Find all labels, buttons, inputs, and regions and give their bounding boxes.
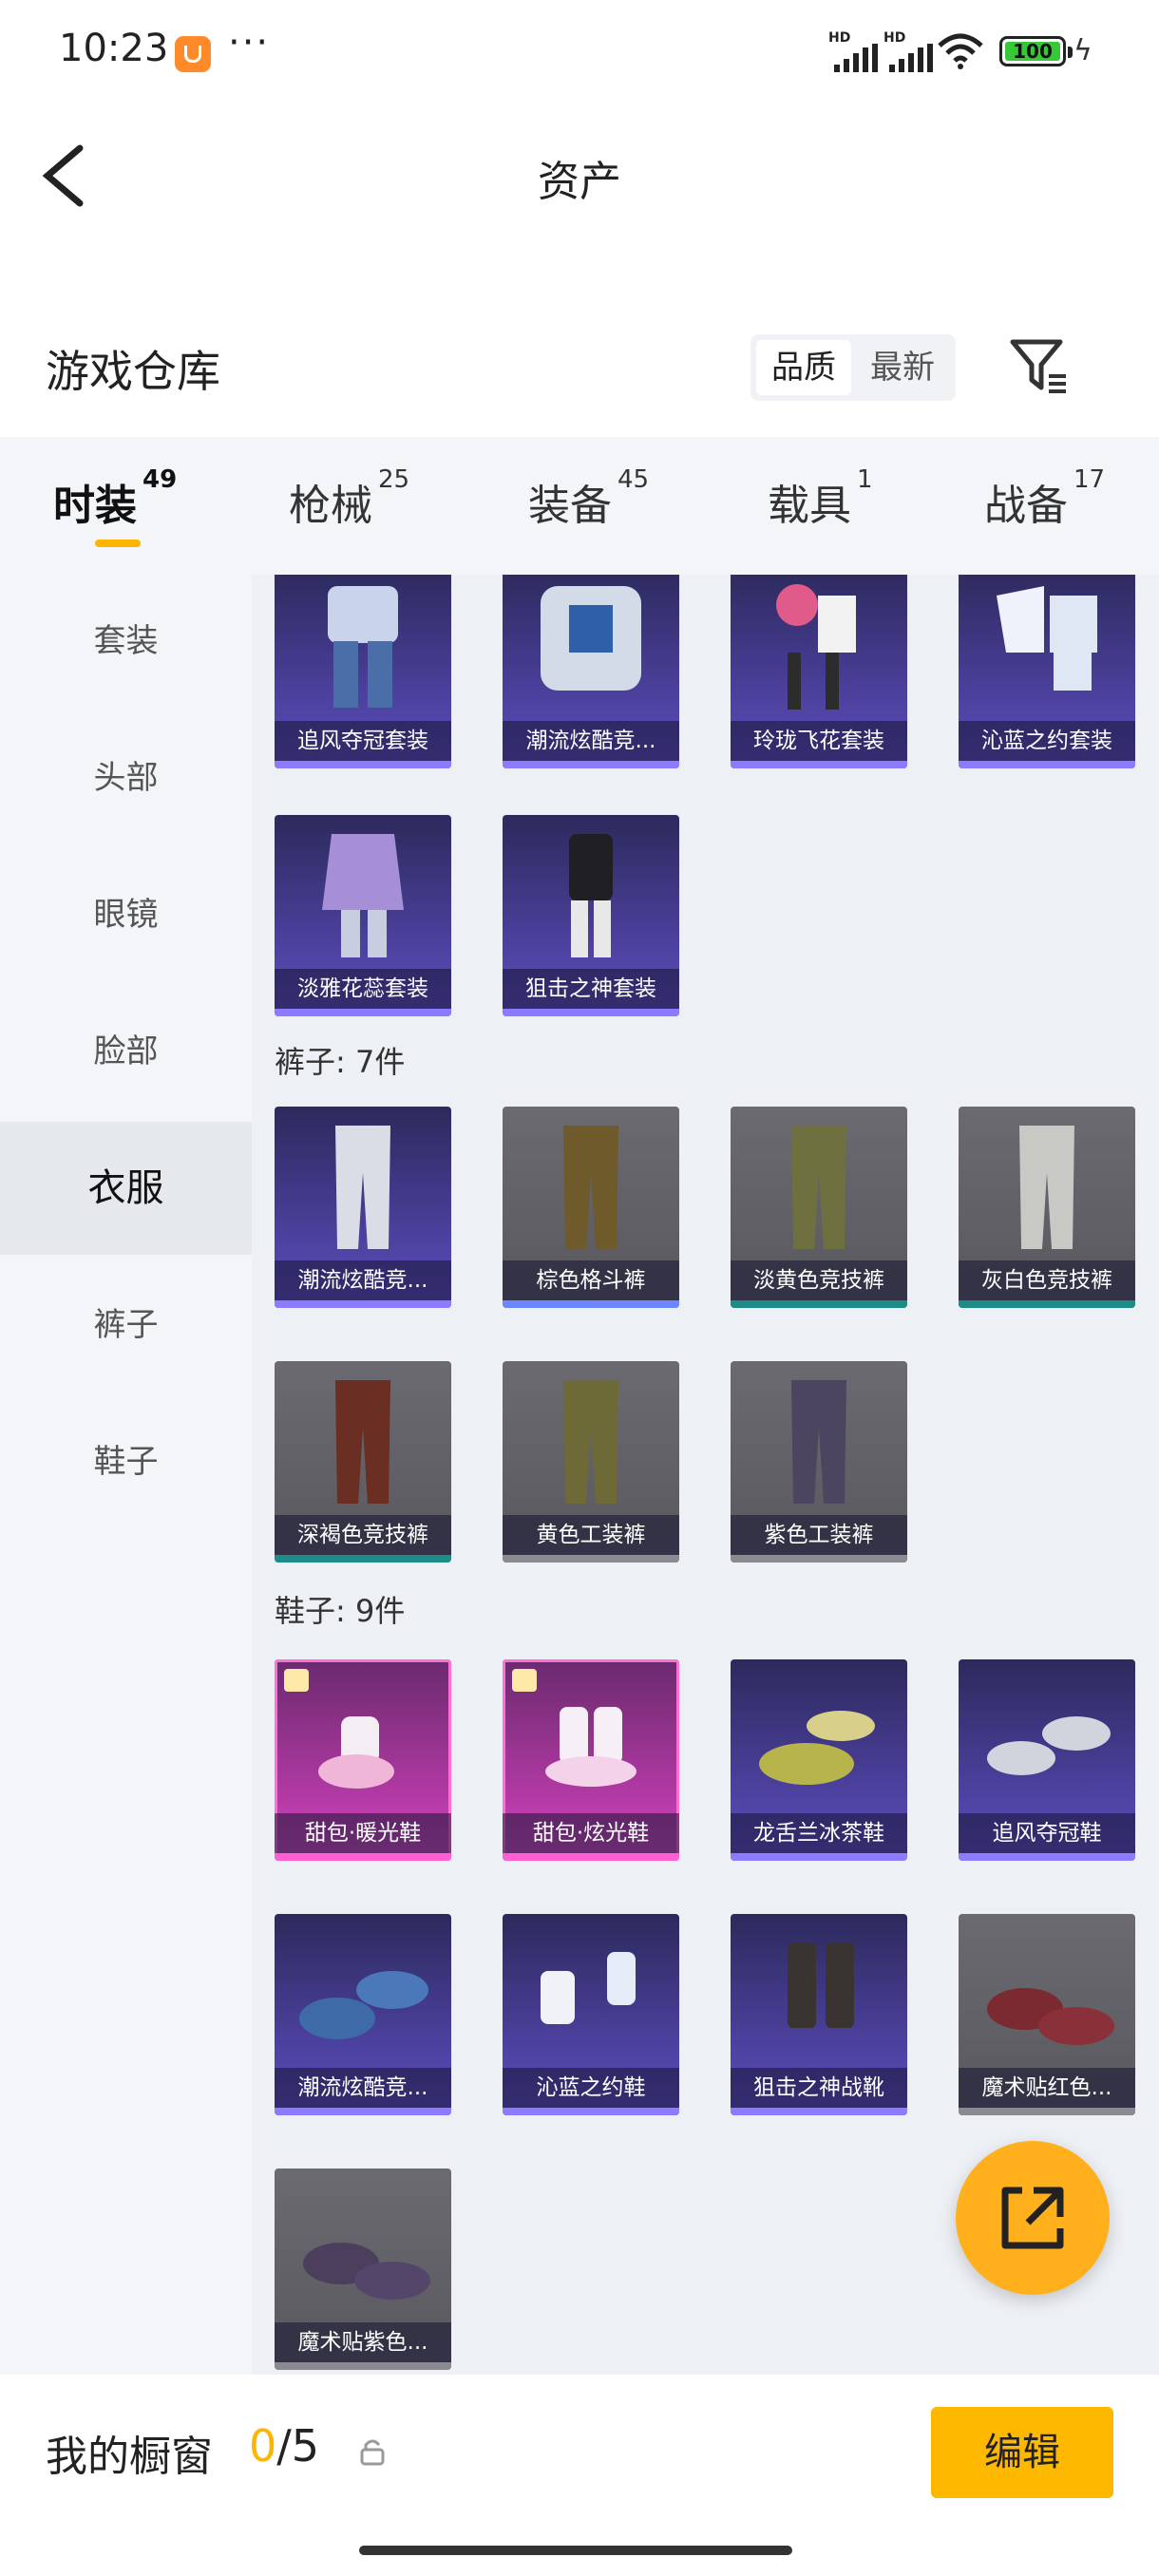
- page-title: 资产: [538, 158, 621, 206]
- warehouse-title: 游戏仓库: [46, 346, 220, 397]
- active-tab-indicator: [95, 540, 141, 547]
- external-link-icon: [1001, 2187, 1064, 2249]
- item-card[interactable]: 龙舌兰冰茶鞋: [731, 1659, 907, 1861]
- showcase-count: 0/5: [249, 2420, 320, 2472]
- edit-button[interactable]: 编辑: [931, 2407, 1113, 2498]
- item-card[interactable]: 灰白色竞技裤: [959, 1107, 1135, 1308]
- item-grid: 追风夺冠套装 潮流炫酷竞... 玲珑飞花套装 沁蓝之约套装 淡雅花蕊套装 狙击之…: [252, 575, 1159, 2375]
- showcase-label: 我的橱窗: [46, 2433, 213, 2481]
- sort-toggle: 品质 最新: [750, 334, 956, 401]
- item-card[interactable]: 淡雅花蕊套装: [275, 815, 451, 1016]
- clock: 10:23: [59, 27, 169, 70]
- tab-vehicles[interactable]: 载具1: [768, 465, 873, 532]
- item-card[interactable]: 沁蓝之约鞋: [503, 1914, 679, 2115]
- sidebar-item-pants[interactable]: 裤子: [0, 1259, 252, 1392]
- sidebar: 套装 头部 眼镜 脸部 衣服 裤子 鞋子: [0, 575, 252, 2375]
- sidebar-item-suits[interactable]: 套装: [0, 575, 252, 708]
- item-card[interactable]: 潮流炫酷竞...: [275, 1107, 451, 1308]
- item-card[interactable]: 魔术贴红色...: [959, 1914, 1135, 2115]
- shopping-app-icon: [175, 36, 211, 72]
- home-indicator: [359, 2546, 792, 2555]
- item-card[interactable]: 追风夺冠套装: [275, 575, 451, 768]
- item-card[interactable]: 甜包·暖光鞋: [275, 1659, 451, 1861]
- sort-quality-button[interactable]: 品质: [756, 340, 851, 395]
- tshirt-badge-icon: [284, 1669, 309, 1692]
- tab-battle-prep[interactable]: 战备17: [984, 465, 1105, 532]
- sidebar-item-glasses[interactable]: 眼镜: [0, 848, 252, 981]
- lock-icon: [360, 2439, 385, 2466]
- charging-icon: ϟ: [1074, 34, 1092, 67]
- item-card[interactable]: 沁蓝之约套装: [959, 575, 1135, 768]
- item-card[interactable]: 棕色格斗裤: [503, 1107, 679, 1308]
- sidebar-item-clothes[interactable]: 衣服: [0, 1122, 252, 1255]
- item-card[interactable]: 潮流炫酷竞...: [275, 1914, 451, 2115]
- share-button[interactable]: [956, 2141, 1110, 2295]
- item-card[interactable]: 紫色工装裤: [731, 1361, 907, 1563]
- item-card[interactable]: 深褐色竞技裤: [275, 1361, 451, 1563]
- item-card[interactable]: 甜包·炫光鞋: [503, 1659, 679, 1861]
- item-card[interactable]: 玲珑飞花套装: [731, 575, 907, 768]
- item-card[interactable]: 魔术贴紫色...: [275, 2169, 451, 2370]
- sidebar-item-shoes[interactable]: 鞋子: [0, 1395, 252, 1528]
- tab-equipment[interactable]: 装备45: [528, 465, 649, 532]
- tab-fashion[interactable]: 时装49: [53, 465, 177, 532]
- sidebar-item-face[interactable]: 脸部: [0, 985, 252, 1118]
- item-card[interactable]: 潮流炫酷竞...: [503, 575, 679, 768]
- item-card[interactable]: 黄色工装裤: [503, 1361, 679, 1563]
- tshirt-badge-icon: [512, 1669, 537, 1692]
- group-heading-pants: 裤子: 7件: [275, 1044, 406, 1080]
- sidebar-item-head[interactable]: 头部: [0, 711, 252, 844]
- item-card[interactable]: 狙击之神套装: [503, 815, 679, 1016]
- tab-guns[interactable]: 枪械25: [289, 465, 409, 532]
- item-card[interactable]: 淡黄色竞技裤: [731, 1107, 907, 1308]
- item-card[interactable]: 追风夺冠鞋: [959, 1659, 1135, 1861]
- category-tabs: 时装49 枪械25 装备45 载具1 战备17: [0, 437, 1159, 575]
- sort-newest-button[interactable]: 最新: [855, 340, 950, 395]
- more-notifications-icon: ···: [228, 21, 271, 65]
- group-heading-shoes: 鞋子: 9件: [275, 1593, 406, 1629]
- wifi-icon: [938, 33, 983, 69]
- battery-icon: 100: [999, 36, 1073, 66]
- status-bar: 10:23 ··· HD HD 100 ϟ: [59, 21, 1092, 72]
- item-card[interactable]: 狙击之神战靴: [731, 1914, 907, 2115]
- filter-icon[interactable]: [1007, 334, 1070, 397]
